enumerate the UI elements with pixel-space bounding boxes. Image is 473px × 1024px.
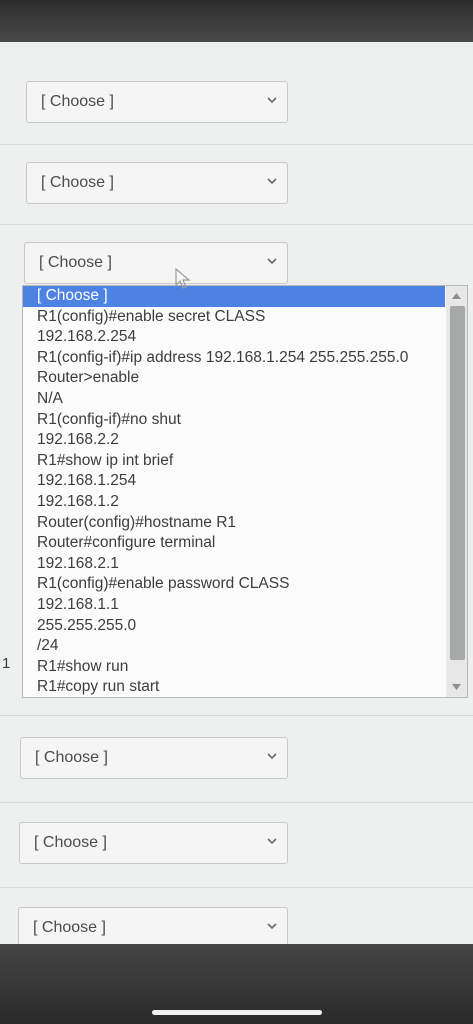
dropdown-option[interactable]: R1#show ip int brief bbox=[23, 451, 445, 472]
row-divider bbox=[0, 715, 473, 716]
row-divider bbox=[0, 802, 473, 803]
row-number: 1 bbox=[2, 655, 11, 672]
answer-select-6[interactable]: [ Choose ] bbox=[18, 907, 288, 944]
dropdown-option[interactable]: /24 bbox=[23, 636, 445, 657]
dropdown-option[interactable]: R1(config)#enable password CLASS bbox=[23, 574, 445, 595]
dropdown-option[interactable]: 192.168.2.1 bbox=[23, 554, 445, 575]
mouse-pointer-icon bbox=[175, 268, 191, 289]
answer-select-1[interactable]: [ Choose ] bbox=[26, 81, 288, 123]
home-indicator[interactable] bbox=[152, 1010, 322, 1015]
row-divider bbox=[0, 887, 473, 888]
chevron-down-icon bbox=[267, 258, 277, 265]
row-divider bbox=[0, 224, 473, 225]
dropdown-option[interactable]: R1(config-if)#no shut bbox=[23, 410, 445, 431]
answer-select-3[interactable]: [ Choose ] bbox=[24, 242, 288, 284]
chevron-down-icon bbox=[267, 97, 277, 104]
answer-select-5[interactable]: [ Choose ] bbox=[19, 822, 288, 864]
select-value: [ Choose ] bbox=[34, 834, 107, 851]
dropdown-option[interactable]: Router#configure terminal bbox=[23, 533, 445, 554]
dropdown-option[interactable]: R1(config)#enable secret CLASS bbox=[23, 307, 445, 328]
dropdown-option[interactable]: 192.168.1.2 bbox=[23, 492, 445, 513]
answer-select-2[interactable]: [ Choose ] bbox=[26, 162, 288, 204]
dropdown-option[interactable]: Router(config)#hostname R1 bbox=[23, 513, 445, 534]
dropdown-option[interactable]: N/A bbox=[23, 389, 445, 410]
select-value: [ Choose ] bbox=[41, 93, 114, 110]
select-value: [ Choose ] bbox=[35, 749, 108, 766]
select-value: [ Choose ] bbox=[39, 254, 112, 271]
dropdown-option[interactable]: [ Choose ] bbox=[23, 286, 445, 307]
chevron-down-icon bbox=[267, 753, 277, 760]
dropdown-option[interactable]: 192.168.2.2 bbox=[23, 430, 445, 451]
dropdown-option[interactable]: 192.168.1.1 bbox=[23, 595, 445, 616]
scrollbar-thumb[interactable] bbox=[450, 306, 465, 660]
select-value: [ Choose ] bbox=[41, 174, 114, 191]
dropdown-option[interactable]: 255.255.255.0 bbox=[23, 616, 445, 637]
dropdown-option[interactable]: 192.168.1.254 bbox=[23, 471, 445, 492]
top-bar bbox=[0, 0, 473, 42]
dropdown-scrollbar[interactable] bbox=[446, 286, 467, 697]
scroll-down-arrow-icon[interactable] bbox=[451, 683, 462, 691]
chevron-down-icon bbox=[267, 178, 277, 185]
dropdown-option[interactable]: R1#copy run start bbox=[23, 677, 445, 697]
scroll-up-arrow-icon[interactable] bbox=[451, 292, 462, 300]
chevron-down-icon bbox=[267, 838, 277, 845]
select-value: [ Choose ] bbox=[33, 919, 106, 936]
chevron-down-icon bbox=[267, 923, 277, 930]
dropdown-option[interactable]: 192.168.2.254 bbox=[23, 327, 445, 348]
dropdown-option[interactable]: Router>enable bbox=[23, 368, 445, 389]
dropdown-options-list[interactable]: [ Choose ] R1(config)#enable secret CLAS… bbox=[22, 285, 468, 698]
dropdown-option[interactable]: R1(config-if)#ip address 192.168.1.254 2… bbox=[23, 348, 445, 369]
dropdown-option[interactable]: R1#show run bbox=[23, 657, 445, 678]
row-divider bbox=[0, 144, 473, 145]
answer-select-4[interactable]: [ Choose ] bbox=[20, 737, 288, 779]
